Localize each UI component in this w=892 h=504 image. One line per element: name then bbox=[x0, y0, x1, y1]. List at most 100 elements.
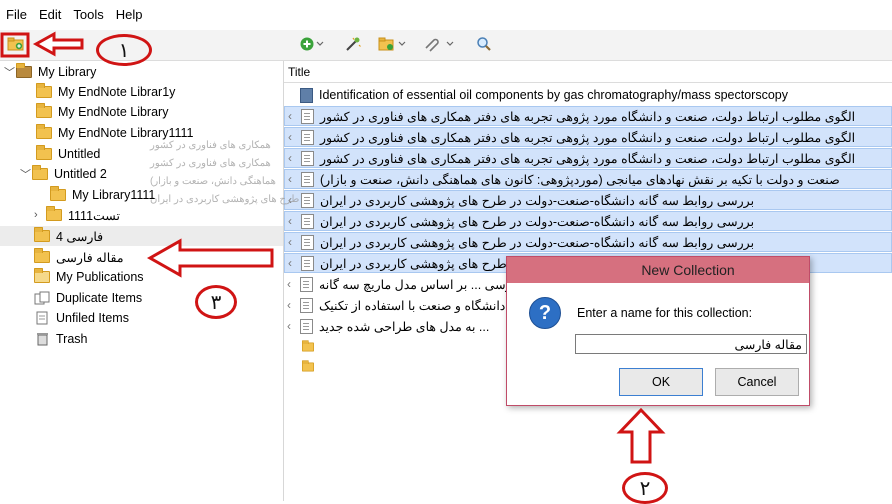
tree-collection[interactable]: ﹀ Untitled 2 bbox=[20, 164, 107, 184]
tree-label: My EndNote Library bbox=[58, 105, 169, 119]
item-title: بررسی روابط سه گانه دانشگاه-صنعت-دولت در… bbox=[320, 193, 755, 208]
new-note-button[interactable] bbox=[343, 35, 363, 53]
add-attachment-button[interactable] bbox=[377, 35, 409, 53]
menu-tools[interactable]: Tools bbox=[67, 7, 109, 22]
tree-collection[interactable]: My EndNote Library bbox=[36, 102, 168, 122]
new-collection-button[interactable] bbox=[6, 35, 26, 53]
item-title: ... به مدل های طراحی شده جدید bbox=[319, 319, 490, 334]
expand-icon[interactable]: ‹ bbox=[285, 235, 295, 249]
tree-label: فارسی 4 bbox=[56, 229, 104, 244]
trash-icon bbox=[37, 333, 48, 346]
document-icon bbox=[301, 108, 314, 124]
tree-label: My Library1111 bbox=[72, 188, 156, 202]
tree-collection[interactable]: Untitled bbox=[36, 144, 100, 164]
paperclip-icon bbox=[425, 38, 454, 52]
new-folder-icon bbox=[7, 37, 24, 51]
folder-icon bbox=[36, 103, 52, 118]
dialog-prompt: Enter a name for this collection: bbox=[577, 306, 753, 320]
expand-icon[interactable]: ‹ bbox=[285, 130, 295, 144]
expand-icon[interactable]: › bbox=[34, 209, 46, 221]
item-row[interactable]: ‹ صنعت و دولت با تکیه بر نقش نهادهای میا… bbox=[284, 169, 892, 189]
document-icon bbox=[301, 255, 314, 271]
tree-my-library[interactable]: ﹀ My Library bbox=[4, 62, 96, 82]
document-icon bbox=[301, 171, 314, 187]
item-row[interactable]: ‹ بررسی روابط سه گانه دانشگاه-صنعت-دولت … bbox=[284, 190, 892, 210]
item-title: بررسی روابط سه گانه دانشگاه-صنعت-دولت در… bbox=[320, 214, 755, 229]
collection-name-input[interactable] bbox=[575, 334, 807, 354]
item-row[interactable]: ‹ الگوی مطلوب ارتباط دولت، صنعت و دانشگا… bbox=[284, 106, 892, 126]
document-icon bbox=[300, 297, 313, 313]
wand-icon bbox=[346, 37, 361, 51]
folder-icon bbox=[50, 186, 66, 201]
item-title: بررسی ... بر اساس مدل ماریچ سه گانه bbox=[319, 277, 522, 292]
menu-file[interactable]: File bbox=[0, 7, 33, 22]
tree-collection[interactable]: فارسی 4 bbox=[0, 226, 283, 246]
expand-icon[interactable]: ‹ bbox=[284, 298, 294, 312]
item-title: Identification of essential oil componen… bbox=[319, 88, 788, 102]
tree-label: Trash bbox=[56, 332, 88, 346]
item-row[interactable]: ‹ الگوی مطلوب ارتباط دولت، صنعت و دانشگا… bbox=[284, 127, 892, 147]
tree-collection[interactable]: My EndNote Librar1y bbox=[36, 82, 175, 102]
item-title: الگوی مطلوب ارتباط دولت، صنعت و دانشگاه … bbox=[320, 109, 856, 124]
folder-icon bbox=[34, 227, 50, 242]
folder-icon bbox=[34, 248, 50, 263]
collections-pane: ﹀ My Library My EndNote Librar1y My EndN… bbox=[0, 61, 284, 501]
expand-icon[interactable]: ‹ bbox=[285, 151, 295, 165]
item-row[interactable]: ‹ الگوی مطلوب ارتباط دولت، صنعت و دانشگا… bbox=[284, 148, 892, 168]
tree-duplicate-items[interactable]: Duplicate Items bbox=[34, 288, 142, 308]
item-title: الگوی مطلوب ارتباط دولت، صنعت و دانشگاه … bbox=[320, 130, 856, 145]
expand-icon[interactable]: ‹ bbox=[285, 172, 295, 186]
drag-ghost-text: هماهنگی دانش، صنعت و بازار) bbox=[150, 176, 276, 187]
menu-help[interactable]: Help bbox=[110, 7, 149, 22]
question-icon: ? bbox=[529, 297, 561, 329]
folder-add-icon bbox=[378, 37, 406, 51]
tree-trash[interactable]: Trash bbox=[34, 329, 88, 349]
item-row[interactable]: ‹ بررسی روابط سه گانه دانشگاه-صنعت-دولت … bbox=[284, 211, 892, 231]
expand-icon[interactable]: ‹ bbox=[284, 277, 294, 291]
document-icon bbox=[301, 150, 314, 166]
collapse-icon[interactable]: ﹀ bbox=[20, 166, 32, 182]
tree-unfiled-items[interactable]: Unfiled Items bbox=[34, 308, 129, 328]
annotation-number-3: ٣ bbox=[195, 285, 237, 319]
tree-label: مقاله فارسی bbox=[56, 250, 124, 265]
folder-icon bbox=[36, 83, 52, 98]
tree-collection[interactable]: My Library1111 bbox=[50, 185, 155, 205]
item-title: بررسی روابط سه گانه دانشگاه-صنعت-دولت در… bbox=[320, 235, 755, 250]
tree-my-publications[interactable]: My Publications bbox=[34, 267, 144, 287]
title-column-header[interactable]: Title bbox=[284, 61, 892, 83]
document-icon bbox=[301, 213, 314, 229]
publications-icon bbox=[34, 268, 50, 283]
new-item-button[interactable] bbox=[298, 35, 326, 53]
menu-edit[interactable]: Edit bbox=[33, 7, 67, 22]
ok-button[interactable]: OK bbox=[619, 368, 703, 396]
unfiled-icon bbox=[36, 311, 48, 325]
cancel-button[interactable]: Cancel bbox=[715, 368, 799, 396]
expand-icon[interactable]: ‹ bbox=[285, 109, 295, 123]
magnifier-icon bbox=[477, 37, 491, 51]
library-icon bbox=[16, 63, 32, 78]
expand-icon[interactable]: ‹ bbox=[285, 256, 295, 270]
expand-icon[interactable]: ‹ bbox=[284, 319, 294, 333]
expand-icon[interactable]: ‹ bbox=[285, 214, 295, 228]
document-icon bbox=[300, 276, 313, 292]
drag-ghost-text: طرح های پژوهشی کاربردی در ایران bbox=[150, 194, 300, 205]
document-icon bbox=[301, 129, 314, 145]
tree-label: Duplicate Items bbox=[56, 291, 143, 305]
item-title: صنعت و دولت با تکیه بر نقش نهادهای میانج… bbox=[320, 172, 840, 187]
drag-ghost-text: همکاری های فناوری در کشور bbox=[150, 158, 271, 169]
tree-label: Untitled 2 bbox=[54, 167, 107, 181]
item-row[interactable]: Identification of essential oil componen… bbox=[284, 85, 892, 105]
search-button[interactable] bbox=[474, 35, 494, 53]
annotation-number-2: ٢ bbox=[622, 472, 668, 504]
tree-label: Unfiled Items bbox=[56, 311, 129, 325]
folder-icon bbox=[36, 145, 52, 160]
tree-collection-new[interactable]: مقاله فارسی bbox=[34, 247, 124, 267]
menu-bar: File Edit Tools Help bbox=[0, 0, 892, 28]
item-title: الگوی مطلوب ارتباط دولت، صنعت و دانشگاه … bbox=[320, 151, 856, 166]
item-row[interactable]: ‹ بررسی روابط سه گانه دانشگاه-صنعت-دولت … bbox=[284, 232, 892, 252]
add-green-icon bbox=[300, 37, 324, 51]
item-title: دانشگاه و صنعت با استفاده از تکنیک bbox=[319, 298, 506, 313]
attach-button[interactable] bbox=[421, 35, 457, 53]
tree-collection[interactable]: › تست1111 bbox=[34, 205, 120, 225]
collapse-icon[interactable]: ﹀ bbox=[4, 64, 16, 80]
